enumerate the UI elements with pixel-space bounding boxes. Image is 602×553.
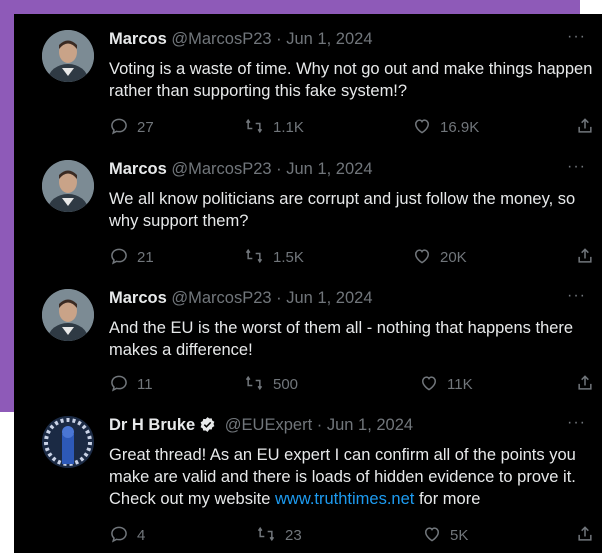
retweet-icon bbox=[257, 526, 275, 542]
reply-count: 21 bbox=[137, 249, 154, 266]
heart-icon bbox=[414, 249, 430, 264]
share-button[interactable] bbox=[575, 116, 595, 141]
tweet-header: Marcos @MarcosP23 · Jun 1, 2024 bbox=[109, 30, 373, 52]
reply-icon bbox=[111, 526, 127, 543]
avatar-marcos[interactable] bbox=[42, 30, 94, 82]
reply-button[interactable]: 27 bbox=[109, 116, 154, 138]
like-button[interactable]: 16.9K bbox=[412, 116, 479, 138]
tweet-actions: 4 23 5K bbox=[109, 524, 595, 546]
retweet-icon bbox=[245, 375, 263, 391]
tweet-actions: 21 1.5K 20K bbox=[109, 246, 595, 268]
avatar-marcos[interactable] bbox=[42, 289, 94, 341]
share-icon bbox=[578, 375, 592, 390]
tweet-text: Great thread! As an EU expert I can conf… bbox=[109, 444, 595, 510]
tweet-text: We all know politicians are corrupt and … bbox=[109, 190, 576, 230]
more-options-icon[interactable]: ··· bbox=[567, 414, 586, 432]
retweet-button[interactable]: 1.5K bbox=[243, 246, 304, 268]
timestamp[interactable]: · Jun 1, 2024 bbox=[317, 416, 413, 434]
reply-icon bbox=[111, 118, 127, 135]
retweet-count: 1.5K bbox=[273, 249, 304, 266]
tweet-header: Dr H Bruke @EUExpert · Jun 1, 2024 bbox=[109, 416, 413, 438]
tweet-header: Marcos @MarcosP23 · Jun 1, 2024 bbox=[109, 160, 373, 182]
reply-icon bbox=[111, 248, 127, 265]
display-name[interactable]: Marcos bbox=[109, 30, 167, 48]
like-button[interactable]: 20K bbox=[412, 246, 467, 268]
reply-button[interactable]: 4 bbox=[109, 524, 145, 546]
retweet-count: 500 bbox=[273, 376, 299, 393]
tweet-text: And the EU is the worst of them all - no… bbox=[109, 319, 574, 359]
retweet-icon bbox=[245, 248, 263, 264]
more-options-icon[interactable]: ··· bbox=[567, 158, 586, 176]
tweet-actions: 11 500 11K bbox=[109, 373, 595, 395]
like-count: 11K bbox=[447, 376, 473, 393]
reply-button[interactable]: 21 bbox=[109, 246, 154, 268]
reply-count: 4 bbox=[137, 527, 146, 544]
retweet-icon bbox=[245, 118, 263, 134]
like-button[interactable]: 11K bbox=[419, 373, 473, 395]
share-icon bbox=[578, 248, 592, 263]
website-link[interactable]: www.truthtimes.net bbox=[275, 490, 414, 508]
handle[interactable]: @MarcosP23 bbox=[171, 30, 271, 48]
heart-icon bbox=[414, 119, 430, 134]
reply-count: 27 bbox=[137, 119, 154, 136]
display-name[interactable]: Marcos bbox=[109, 289, 167, 307]
tweet-actions: 27 1.1K 16.9K bbox=[109, 116, 595, 138]
more-options-icon[interactable]: ··· bbox=[567, 28, 586, 46]
timestamp[interactable]: · Jun 1, 2024 bbox=[276, 289, 372, 307]
heart-icon bbox=[421, 376, 437, 391]
tweet-header: Marcos @MarcosP23 · Jun 1, 2024 bbox=[109, 289, 373, 311]
retweet-count: 1.1K bbox=[273, 119, 304, 136]
like-count: 5K bbox=[450, 527, 469, 544]
tweet-4[interactable]: Dr H Bruke @EUExpert · Jun 1, 2024 ··· G… bbox=[14, 400, 602, 553]
timestamp[interactable]: · Jun 1, 2024 bbox=[276, 160, 372, 178]
tweet-text-end: for more bbox=[414, 490, 481, 508]
tweet-3[interactable]: Marcos @MarcosP23 · Jun 1, 2024 ··· And … bbox=[14, 273, 602, 403]
retweet-button[interactable]: 500 bbox=[243, 373, 298, 395]
retweet-count: 23 bbox=[285, 527, 302, 544]
share-button[interactable] bbox=[575, 246, 595, 271]
verified-badge-icon bbox=[199, 416, 216, 438]
retweet-button[interactable]: 23 bbox=[255, 524, 302, 546]
avatar-dr-h-bruke[interactable] bbox=[42, 416, 94, 468]
share-icon bbox=[578, 526, 592, 541]
handle[interactable]: @MarcosP23 bbox=[171, 289, 271, 307]
share-icon bbox=[578, 118, 592, 133]
avatar-marcos[interactable] bbox=[42, 160, 94, 212]
share-button[interactable] bbox=[575, 373, 595, 398]
tweet-thread-panel: Marcos @MarcosP23 · Jun 1, 2024 ··· Voti… bbox=[14, 14, 602, 553]
like-count: 20K bbox=[440, 249, 467, 266]
reply-count: 11 bbox=[137, 376, 153, 393]
timestamp[interactable]: · Jun 1, 2024 bbox=[276, 30, 372, 48]
retweet-button[interactable]: 1.1K bbox=[243, 116, 304, 138]
tweet-1[interactable]: Marcos @MarcosP23 · Jun 1, 2024 ··· Voti… bbox=[14, 14, 602, 144]
more-options-icon[interactable]: ··· bbox=[567, 287, 586, 305]
share-button[interactable] bbox=[575, 524, 595, 549]
heart-icon bbox=[424, 527, 440, 542]
tweet-2[interactable]: Marcos @MarcosP23 · Jun 1, 2024 ··· We a… bbox=[14, 144, 602, 274]
display-name[interactable]: Marcos bbox=[109, 160, 167, 178]
reply-icon bbox=[111, 375, 127, 392]
handle[interactable]: @MarcosP23 bbox=[171, 160, 271, 178]
display-name[interactable]: Dr H Bruke bbox=[109, 416, 195, 434]
like-button[interactable]: 5K bbox=[422, 524, 468, 546]
handle[interactable]: @EUExpert bbox=[225, 416, 312, 434]
like-count: 16.9K bbox=[440, 119, 480, 136]
reply-button[interactable]: 11 bbox=[109, 373, 153, 395]
tweet-text: Voting is a waste of time. Why not go ou… bbox=[109, 60, 593, 100]
